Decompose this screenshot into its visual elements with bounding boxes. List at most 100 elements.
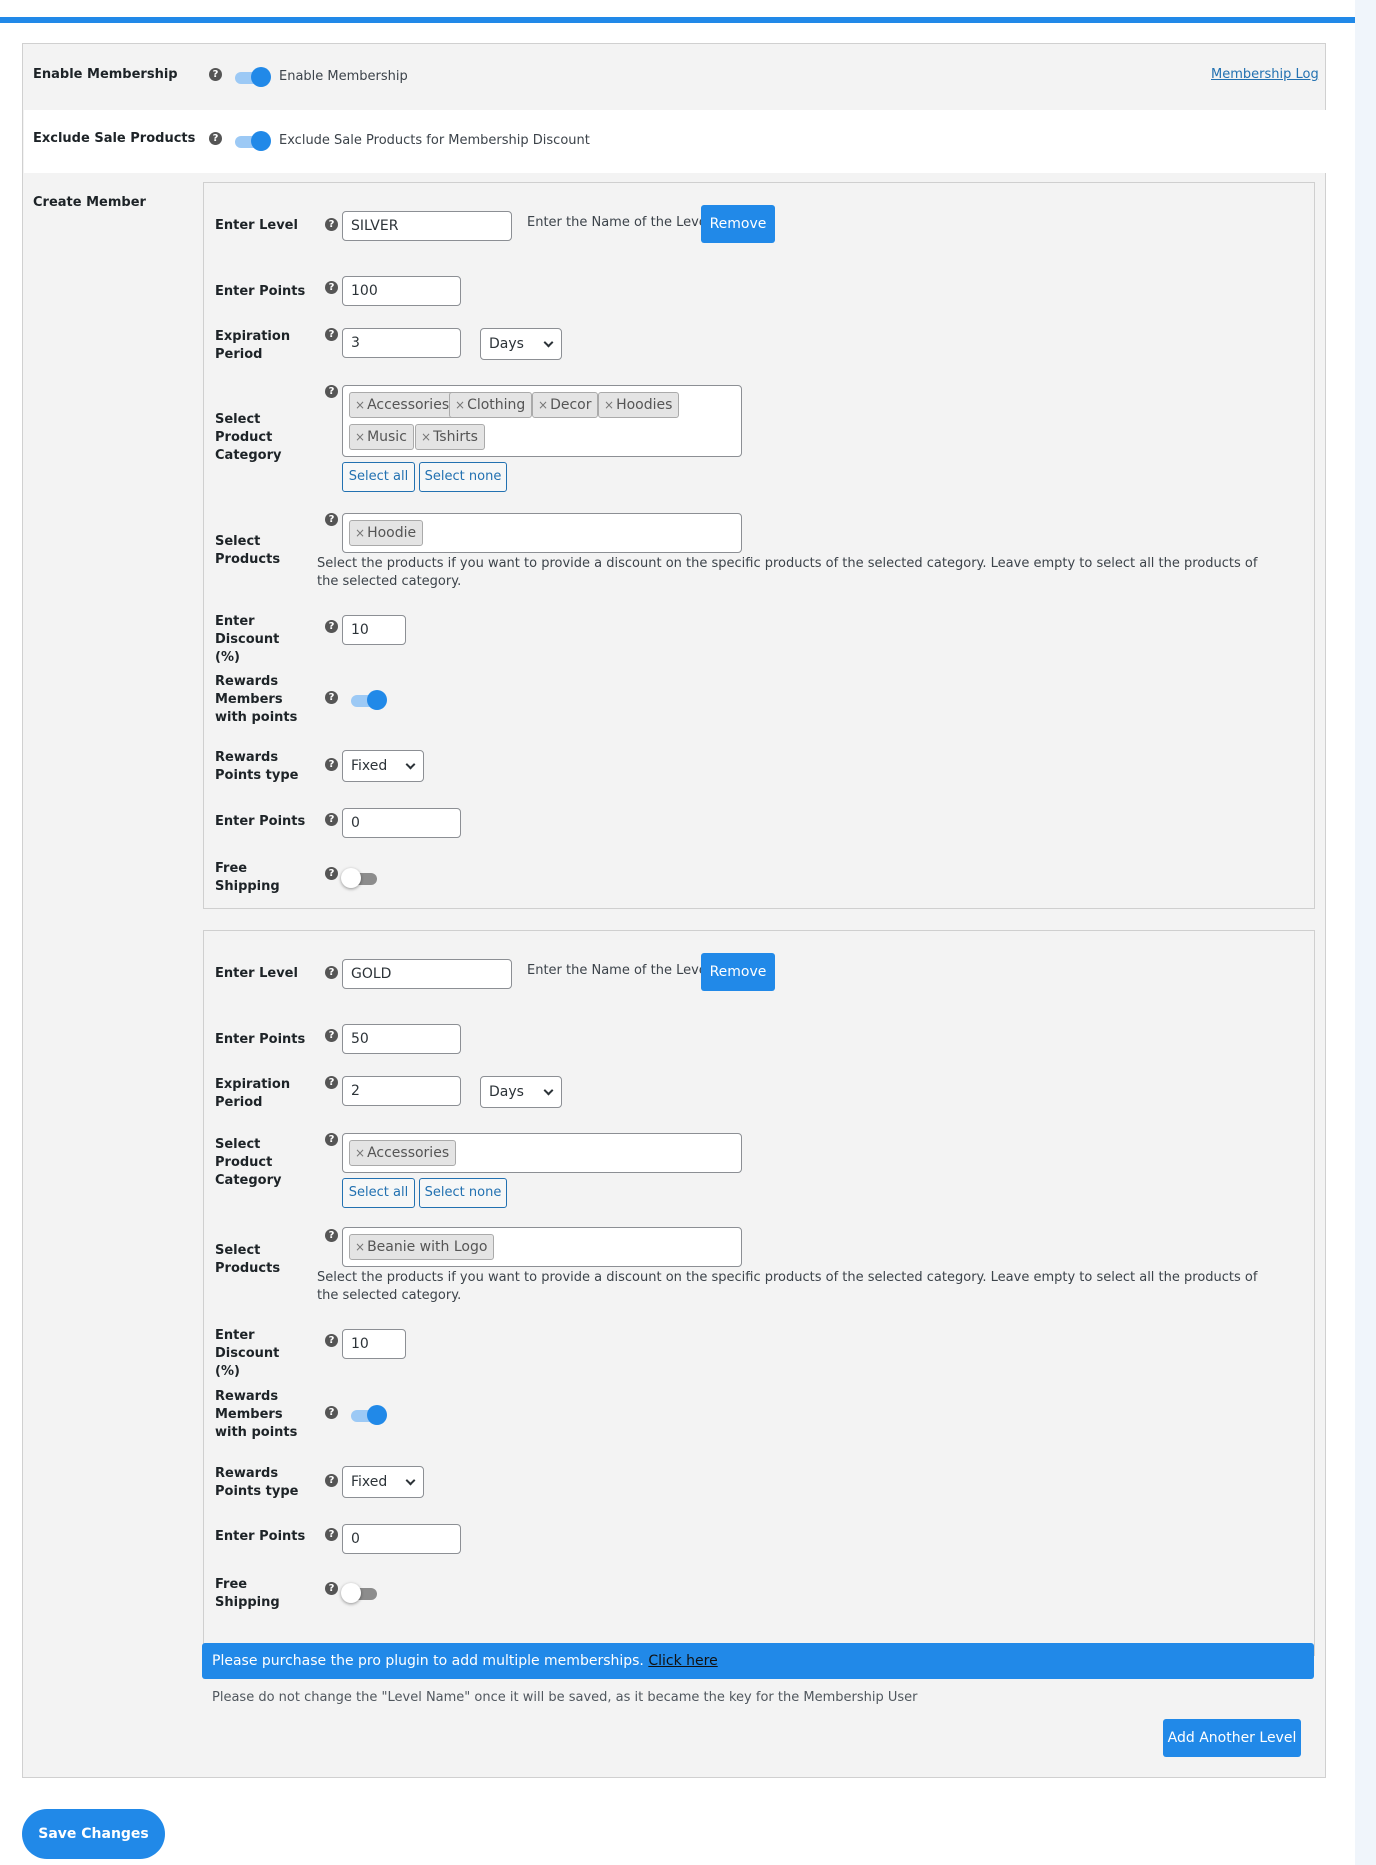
level-name-input[interactable]: SILVER [342, 211, 512, 241]
right-edge-strip [1355, 0, 1376, 1865]
close-icon[interactable]: × [421, 430, 431, 444]
add-another-level-button[interactable]: Add Another Level [1163, 1719, 1301, 1757]
exclude-sale-toggle[interactable] [235, 129, 271, 153]
help-icon: ? [325, 758, 338, 771]
expiration-value-input[interactable]: 2 [342, 1076, 461, 1106]
create-member-label: Create Member [33, 195, 146, 210]
help-icon: ? [325, 1229, 338, 1242]
enter-level-label: Enter Level [215, 218, 298, 233]
help-icon: ? [325, 813, 338, 826]
help-icon: ? [325, 966, 338, 979]
select-all-button[interactable]: Select all [342, 1178, 415, 1208]
help-icon: ? [325, 867, 338, 880]
save-changes-button[interactable]: Save Changes [22, 1809, 165, 1859]
click-here-link[interactable]: Click here [648, 1653, 717, 1669]
free-shipping-toggle[interactable] [341, 1581, 377, 1605]
settings-panel: Enable Membership ? Enable Membership Me… [22, 43, 1326, 1778]
product-chip[interactable]: × Hoodie [349, 520, 424, 546]
enable-membership-toggle[interactable] [235, 65, 271, 89]
close-icon[interactable]: × [355, 1146, 365, 1160]
reward-points-input[interactable]: 0 [342, 808, 461, 838]
close-icon[interactable]: × [538, 398, 548, 412]
products-multiselect[interactable]: × Hoodie [342, 513, 742, 553]
category-label: Select Product Category [215, 1137, 282, 1188]
close-icon[interactable]: × [355, 430, 365, 444]
points-type-select[interactable]: Fixed [342, 1466, 424, 1498]
expiration-unit-select[interactable]: Days [480, 328, 562, 360]
select-all-button[interactable]: Select all [342, 462, 415, 492]
category-chip[interactable]: × Clothing [449, 392, 533, 418]
chevron-down-icon [405, 1475, 416, 1486]
category-chip[interactable]: × Accessories [349, 392, 457, 418]
close-icon[interactable]: × [355, 1240, 365, 1254]
reward-points-input[interactable]: 0 [342, 1524, 461, 1554]
free-shipping-label: Free Shipping [215, 861, 280, 894]
category-chip[interactable]: × Music [349, 424, 414, 450]
close-icon[interactable]: × [355, 526, 365, 540]
products-hint: Select the products if you want to provi… [317, 1270, 1258, 1303]
select-products-label: Select Products [215, 1243, 281, 1276]
category-chip[interactable]: × Tshirts [415, 424, 485, 450]
membership-log-link[interactable]: Membership Log [1211, 67, 1319, 82]
help-icon: ? [325, 1528, 338, 1541]
category-label: Select Product Category [215, 412, 282, 463]
top-accent-bar [0, 17, 1355, 23]
help-icon: ? [325, 1076, 338, 1089]
level-name-note: Please do not change the "Level Name" on… [212, 1690, 918, 1705]
points-type-select[interactable]: Fixed [342, 750, 424, 782]
expiration-unit-value: Days [489, 336, 524, 352]
enable-membership-text: Enable Membership [279, 69, 408, 84]
help-icon: ? [209, 132, 222, 145]
close-icon[interactable]: × [604, 398, 614, 412]
chip-label: Beanie with Logo [367, 1239, 488, 1255]
free-shipping-toggle[interactable] [341, 866, 377, 890]
expiration-period-label: Expiration Period [215, 329, 291, 362]
level-points-input[interactable]: 100 [342, 276, 461, 306]
level-name-input[interactable]: GOLD [342, 959, 512, 989]
enable-membership-label: Enable Membership [33, 67, 178, 82]
level-points-input[interactable]: 50 [342, 1024, 461, 1054]
chip-label: Hoodies [616, 397, 673, 413]
expiration-value-input[interactable]: 3 [342, 328, 461, 358]
category-multiselect[interactable]: × Accessories × Clothing × Decor × Hoodies ×… [342, 385, 742, 457]
help-icon: ? [209, 68, 222, 81]
help-icon: ? [325, 691, 338, 704]
help-icon: ? [325, 513, 338, 526]
products-multiselect[interactable]: × Beanie with Logo [342, 1227, 742, 1267]
select-none-button[interactable]: Select none [419, 462, 507, 492]
help-icon: ? [325, 218, 338, 231]
expiration-unit-select[interactable]: Days [480, 1076, 562, 1108]
help-icon: ? [325, 385, 338, 398]
discount-input[interactable]: 10 [342, 1329, 406, 1359]
enter-points-label: Enter Points [215, 1032, 306, 1047]
rewards-label: Rewards Members with points [215, 1389, 298, 1440]
exclude-sale-label: Exclude Sale Products [33, 131, 196, 146]
chevron-down-icon [405, 759, 416, 770]
help-icon: ? [325, 281, 338, 294]
products-hint: Select the products if you want to provi… [317, 556, 1258, 589]
remove-button[interactable]: Remove [701, 205, 775, 243]
select-none-button[interactable]: Select none [419, 1178, 507, 1208]
expiration-period-label: Expiration Period [215, 1077, 291, 1110]
discount-input[interactable]: 10 [342, 615, 406, 645]
rewards-toggle[interactable] [351, 688, 387, 712]
category-multiselect[interactable]: × Accessories [342, 1133, 742, 1173]
help-icon: ? [325, 1334, 338, 1347]
product-chip[interactable]: × Beanie with Logo [349, 1234, 495, 1260]
help-icon: ? [325, 1474, 338, 1487]
close-icon[interactable]: × [355, 398, 365, 412]
chip-label: Tshirts [433, 429, 478, 445]
help-icon: ? [325, 1582, 338, 1595]
category-chip[interactable]: × Hoodies [598, 392, 680, 418]
points-type-label: Rewards Points type [215, 750, 299, 783]
rewards-toggle[interactable] [351, 1403, 387, 1427]
chip-label: Accessories [367, 397, 450, 413]
chip-label: Clothing [467, 397, 526, 413]
close-icon[interactable]: × [455, 398, 465, 412]
remove-button[interactable]: Remove [701, 953, 775, 991]
help-icon: ? [325, 328, 338, 341]
category-chip[interactable]: × Decor [532, 392, 599, 418]
category-chip[interactable]: × Accessories [349, 1140, 457, 1166]
chevron-down-icon [543, 337, 554, 348]
discount-label: Enter Discount (%) [215, 1328, 280, 1379]
